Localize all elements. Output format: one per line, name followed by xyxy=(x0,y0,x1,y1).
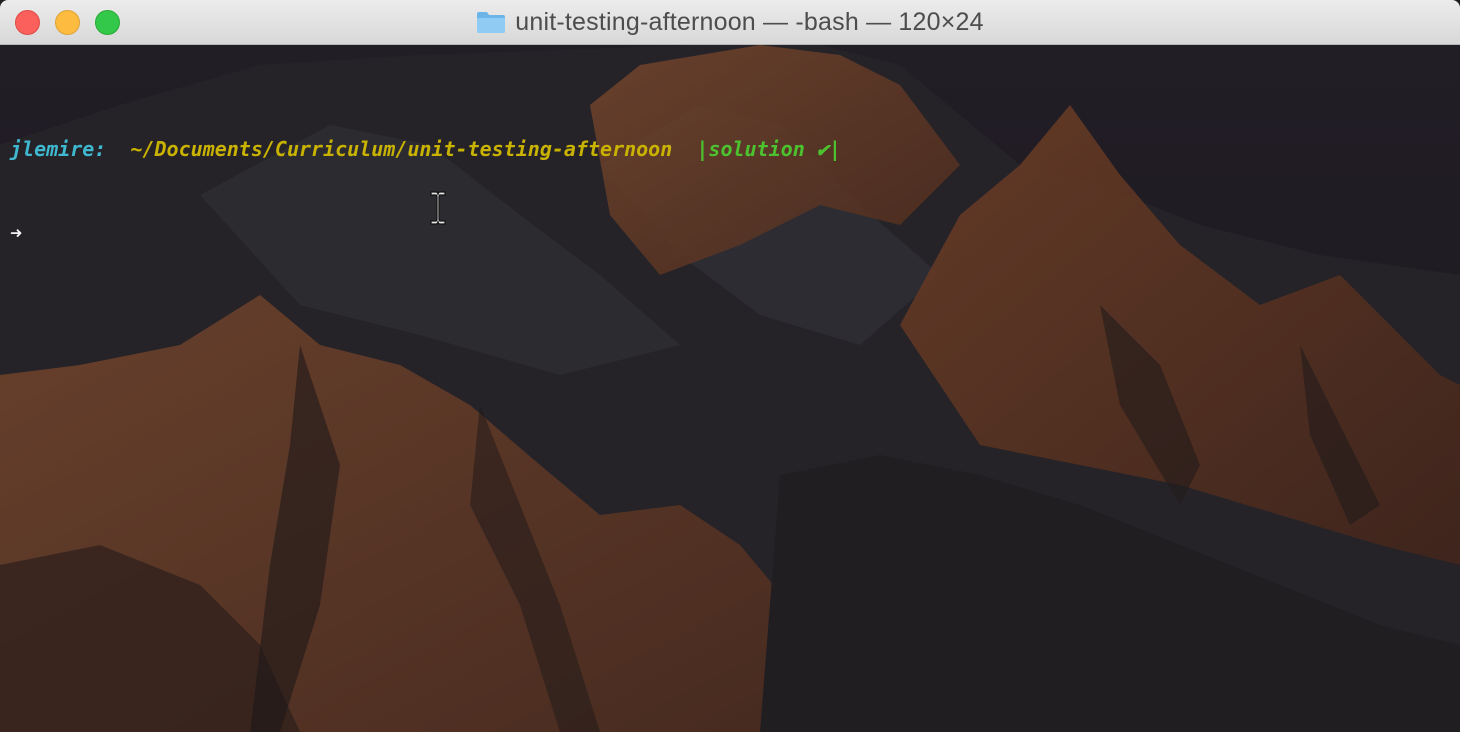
prompt-arrow-icon: ➜ xyxy=(10,221,23,245)
prompt-user: jlemire: xyxy=(10,137,107,161)
terminal-window: unit-testing-afternoon — -bash — 120×24 xyxy=(0,0,1460,732)
prompt-path: ~/Documents/Curriculum/unit-testing-afte… xyxy=(130,137,673,161)
terminal-output: jlemire: ~/Documents/Curriculum/unit-tes… xyxy=(10,79,841,303)
ibeam-cursor-icon xyxy=(430,191,446,225)
prompt-git-branch: |solution ✔| xyxy=(696,137,841,161)
folder-icon xyxy=(476,10,506,34)
window-title: unit-testing-afternoon — -bash — 120×24 xyxy=(515,7,984,36)
input-line[interactable]: ➜ xyxy=(10,219,841,247)
terminal-content[interactable]: jlemire: ~/Documents/Curriculum/unit-tes… xyxy=(0,45,1460,732)
window-title-group: unit-testing-afternoon — -bash — 120×24 xyxy=(0,0,1460,44)
prompt-line: jlemire: ~/Documents/Curriculum/unit-tes… xyxy=(10,135,841,163)
title-bar[interactable]: unit-testing-afternoon — -bash — 120×24 xyxy=(0,0,1460,45)
